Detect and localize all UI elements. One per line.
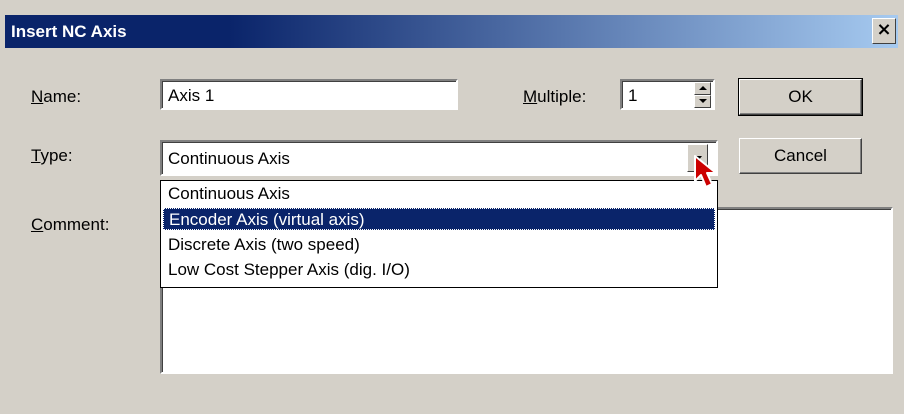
multiple-stepper-value: 1: [628, 86, 638, 105]
chevron-down-icon: [699, 99, 707, 103]
name-label: Name:: [31, 87, 81, 107]
title-bar[interactable]: Insert NC Axis: [5, 15, 898, 48]
name-label-accel: N: [31, 87, 44, 106]
comment-label: Comment:: [31, 215, 109, 235]
multiple-label-accel: M: [523, 87, 538, 106]
type-dropdown-value: Continuous Axis: [168, 149, 290, 168]
type-label-text: ype:: [40, 146, 73, 165]
multiple-stepper[interactable]: 1: [620, 79, 715, 110]
type-dropdown[interactable]: Continuous Axis: [160, 140, 718, 176]
close-button[interactable]: ×: [872, 18, 896, 44]
list-item[interactable]: Low Cost Stepper Axis (dig. I/O): [163, 259, 715, 281]
list-item-highlighted[interactable]: Encoder Axis (virtual axis): [163, 208, 715, 230]
ok-button[interactable]: OK: [738, 78, 863, 116]
comment-label-text: omment:: [43, 215, 110, 234]
list-item[interactable]: Continuous Axis: [163, 183, 715, 205]
list-item[interactable]: Discrete Axis (two speed): [163, 234, 715, 256]
multiple-label-text: ultiple:: [537, 87, 587, 106]
spin-down-button[interactable]: [694, 95, 711, 108]
multiple-label: Multiple:: [523, 87, 586, 107]
type-dropdown-list: Continuous Axis Encoder Axis (virtual ax…: [160, 180, 718, 288]
type-label: Type:: [31, 146, 73, 166]
name-input[interactable]: Axis 1: [160, 79, 458, 110]
mouse-cursor-icon: [694, 155, 717, 188]
close-icon: ×: [876, 19, 892, 40]
insert-nc-axis-dialog: Insert NC Axis × Name: Axis 1 Multiple: …: [0, 0, 904, 414]
name-label-text: ame:: [43, 87, 82, 106]
comment-label-accel: C: [31, 215, 44, 234]
cancel-button[interactable]: Cancel: [739, 138, 862, 174]
spin-up-button[interactable]: [694, 82, 711, 95]
dialog-title: Insert NC Axis: [11, 22, 127, 41]
chevron-up-icon: [699, 86, 707, 90]
name-input-value: Axis 1: [168, 86, 215, 105]
